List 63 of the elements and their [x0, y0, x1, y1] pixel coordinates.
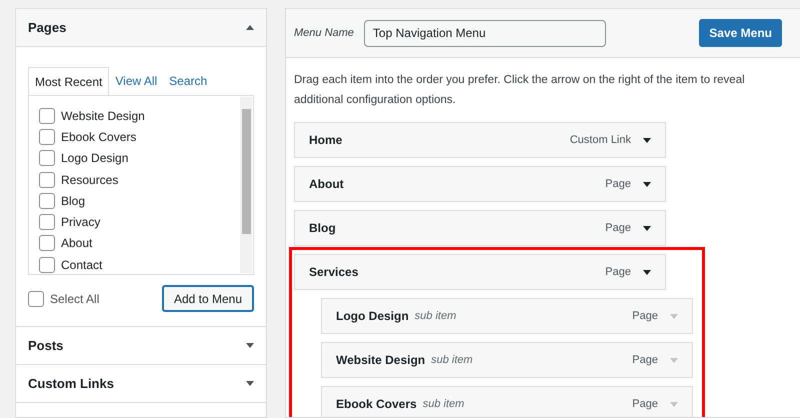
item-type-label: Custom Link [570, 132, 631, 148]
menu-name-field[interactable]: Top Navigation Menu [364, 20, 606, 46]
expand-arrow-icon[interactable] [246, 381, 254, 386]
menu-item[interactable]: Website Design sub item Page [321, 342, 693, 378]
menu-name-label: Menu Name [294, 26, 354, 41]
tab[interactable]: View All [109, 67, 164, 95]
item-type-label: Page [632, 308, 658, 324]
page-label: Ebook Covers [61, 128, 136, 146]
menu-item[interactable]: Home Custom Link [294, 122, 666, 158]
checkbox[interactable] [39, 256, 55, 273]
add-to-menu-button[interactable]: Add to Menu [162, 285, 254, 312]
save-menu-button[interactable]: Save Menu [699, 19, 782, 47]
select-all-label: Select All [50, 290, 100, 308]
accordion-header[interactable]: Pages [16, 9, 266, 47]
checkbox[interactable] [39, 108, 55, 124]
checkbox[interactable] [39, 172, 55, 188]
item-type-label: Page [605, 264, 631, 280]
page-label: Contact [61, 256, 102, 274]
page-label: Website Design [61, 108, 145, 125]
menu-item-title: Website Design [336, 352, 426, 369]
page-label: Resources [61, 172, 118, 189]
menu-item-title: Blog [309, 220, 336, 237]
page-label: Logo Design [61, 150, 128, 168]
menu-item-title: Services [309, 264, 358, 281]
menu-item[interactable]: Services Page [294, 254, 666, 290]
expand-arrow-icon[interactable] [643, 226, 651, 230]
item-type-label: Page [605, 176, 631, 192]
checkbox[interactable] [28, 290, 44, 306]
menu-item-title: About [309, 176, 344, 193]
menu-item-title: Home [309, 132, 342, 149]
expand-arrow-icon[interactable] [643, 138, 651, 142]
page-label: Privacy [61, 214, 100, 232]
menu-item[interactable]: Blog Page [294, 210, 666, 246]
expand-arrow-icon[interactable] [643, 182, 651, 186]
sub-item-label: sub item [422, 396, 464, 412]
checkbox[interactable] [39, 235, 55, 252]
menu-item-title: Ebook Covers [336, 396, 417, 413]
checkbox[interactable] [39, 214, 55, 230]
collapse-arrow-icon[interactable] [246, 25, 254, 30]
menu-item-title: Logo Design [336, 308, 409, 325]
checkbox[interactable] [39, 128, 55, 145]
section-title: Pages [28, 18, 66, 37]
expand-arrow-icon[interactable] [643, 270, 651, 274]
instructions-text: Drag each item into the order you prefer. Click the arrow on the right of the item to reveal additional configuration options. [293, 73, 746, 108]
item-type-label: Page [632, 396, 658, 412]
expand-arrow-icon[interactable] [246, 343, 254, 348]
sub-item-label: sub item [414, 308, 456, 324]
item-type-label: Page [632, 352, 658, 368]
tab[interactable]: Most Recent [28, 67, 110, 96]
checkbox[interactable] [39, 150, 55, 166]
tab[interactable]: Search [163, 67, 214, 95]
menu-item[interactable]: About Page [294, 166, 666, 202]
item-type-label: Page [605, 220, 631, 236]
menu-item[interactable]: Logo Design sub item Page [321, 298, 693, 334]
menu-item[interactable]: Ebook Covers sub item Page [321, 386, 693, 417]
page-label: About [61, 235, 92, 252]
section-title: Posts [28, 336, 64, 355]
section-title: Custom Links [28, 374, 114, 393]
checkbox[interactable] [39, 192, 55, 209]
page-label: Blog [61, 192, 86, 210]
scrollbar[interactable] [240, 97, 252, 273]
scrollbar-thumb[interactable] [242, 109, 250, 234]
sub-item-label: sub item [431, 352, 473, 368]
